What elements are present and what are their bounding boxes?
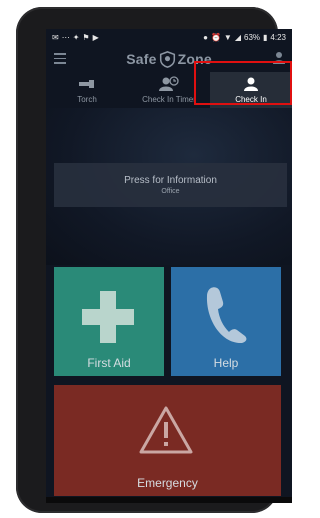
back-icon[interactable]: ◀ — [84, 502, 91, 504]
tab-torch[interactable]: Torch — [46, 72, 128, 108]
clock: 4:23 — [270, 33, 286, 42]
status-bar: ✉ ⋯ ✦ ⚑ ▶ ● ⏰ ▼ ◢ 63% ▮ 4:23 — [46, 29, 292, 46]
info-button[interactable]: Press for Information Office — [54, 163, 287, 207]
status-right: ● ⏰ ▼ ◢ 63% ▮ 4:23 — [203, 33, 286, 42]
timer-icon — [159, 76, 179, 92]
menu-icon[interactable] — [54, 53, 66, 64]
wifi-icon: ▼ — [223, 33, 232, 42]
android-nav-bar: ◀ ● ■ — [46, 497, 292, 503]
shield-logo-icon — [159, 50, 175, 68]
notification-icon: ⚑ — [82, 33, 90, 42]
recents-icon[interactable]: ■ — [249, 502, 254, 503]
play-icon: ▶ — [92, 33, 99, 42]
emergency-button[interactable]: Emergency — [54, 385, 281, 496]
phone-icon — [206, 287, 247, 344]
tab-torch-label: Torch — [77, 95, 97, 104]
emergency-label: Emergency — [137, 476, 198, 490]
more-icon: ⋯ — [61, 33, 70, 42]
battery-icon: ▮ — [263, 33, 268, 42]
first-aid-label: First Aid — [87, 356, 131, 370]
location-icon: ● — [203, 33, 208, 42]
screen: ✉ ⋯ ✦ ⚑ ▶ ● ⏰ ▼ ◢ 63% ▮ 4:23 Safe Zone T… — [46, 29, 292, 503]
selection-highlight — [194, 61, 292, 105]
status-left: ✉ ⋯ ✦ ⚑ ▶ — [52, 33, 99, 42]
twitter-icon: ✦ — [72, 33, 80, 42]
alarm-icon: ⏰ — [210, 33, 221, 42]
phone-frame: ✉ ⋯ ✦ ⚑ ▶ ● ⏰ ▼ ◢ 63% ▮ 4:23 Safe Zone T… — [16, 7, 292, 513]
first-aid-cross-icon — [82, 291, 134, 343]
info-title: Press for Information — [124, 175, 217, 186]
torch-icon — [79, 76, 95, 92]
help-button[interactable]: Help — [171, 267, 281, 376]
info-subtitle: Office — [161, 188, 180, 195]
message-icon: ✉ — [52, 33, 59, 42]
battery-text: 63% — [244, 33, 261, 42]
app-title-left: Safe — [126, 51, 157, 67]
tab-check-in-timer-label: Check In Timer — [142, 95, 196, 104]
first-aid-button[interactable]: First Aid — [54, 267, 164, 376]
warning-icon — [139, 406, 193, 454]
signal-icon: ◢ — [234, 33, 241, 42]
help-label: Help — [213, 356, 239, 370]
home-icon[interactable]: ● — [167, 502, 172, 503]
